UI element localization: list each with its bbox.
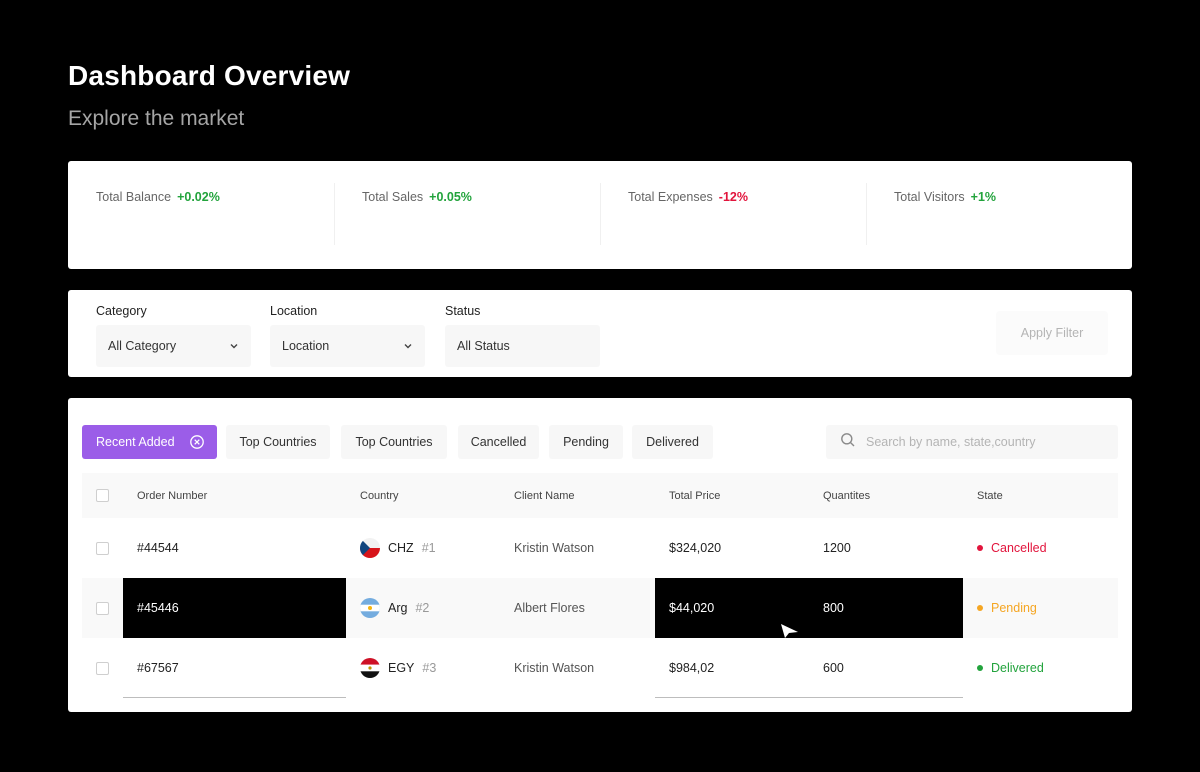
column-header: Total Price bbox=[669, 490, 721, 502]
status-select[interactable]: All Status bbox=[445, 325, 600, 367]
client-name: Albert Flores bbox=[514, 601, 585, 615]
stat-label: Total Balance bbox=[96, 190, 172, 204]
country-rank: #1 bbox=[421, 541, 436, 555]
order-number: #44544 bbox=[137, 541, 179, 555]
tab-top-countries[interactable]: Top Countries bbox=[226, 425, 330, 459]
tab-label: Recent Added bbox=[96, 435, 175, 449]
stat-change: -12% bbox=[718, 190, 748, 204]
location-value: Location bbox=[282, 339, 330, 353]
argentina-flag-icon bbox=[360, 598, 380, 618]
location-select[interactable]: Location bbox=[270, 325, 425, 367]
category-label: Category bbox=[96, 304, 147, 318]
divider bbox=[655, 697, 963, 698]
order-number: #67567 bbox=[137, 661, 179, 675]
country-rank: #3 bbox=[422, 661, 437, 675]
stat-total-visitors: Total Visitors +1% bbox=[866, 161, 1132, 269]
price-quantity-cell: $44,020 800 bbox=[655, 578, 963, 638]
total-price: $44,020 bbox=[669, 601, 715, 615]
apply-filter-button[interactable]: Apply Filter bbox=[996, 311, 1108, 355]
status-label: Status bbox=[445, 304, 481, 318]
table-header: Order Number Country Client Name Total P… bbox=[82, 473, 1118, 518]
country-code: CHZ bbox=[388, 541, 414, 555]
country-cell: Arg #2 bbox=[360, 598, 429, 618]
select-all-checkbox[interactable] bbox=[96, 489, 109, 502]
quantity: 1200 bbox=[823, 541, 851, 555]
divider bbox=[123, 697, 346, 698]
row-checkbox[interactable] bbox=[96, 542, 109, 555]
czech-flag-icon bbox=[360, 538, 380, 558]
state-label: Pending bbox=[991, 601, 1037, 615]
country-cell: CHZ #1 bbox=[360, 538, 436, 558]
table-row[interactable]: #44544 CHZ #1 Kristin Watson $324,020 12… bbox=[82, 518, 1118, 578]
status-dot bbox=[977, 605, 983, 611]
filters-card: Category All Category Location Location … bbox=[68, 290, 1132, 377]
column-header: Country bbox=[360, 490, 399, 502]
state-label: Cancelled bbox=[991, 541, 1047, 555]
stat-change: +0.02% bbox=[177, 190, 220, 204]
order-number: #45446 bbox=[137, 601, 179, 615]
column-header: State bbox=[977, 490, 1003, 502]
country-code: Arg bbox=[388, 601, 408, 615]
row-checkbox[interactable] bbox=[96, 602, 109, 615]
total-price: $324,020 bbox=[669, 541, 722, 555]
order-number-cell: #45446 bbox=[123, 578, 346, 638]
chevron-down-icon bbox=[403, 341, 413, 351]
stat-label: Total Expenses bbox=[628, 190, 713, 204]
chevron-down-icon bbox=[229, 341, 239, 351]
country-rank: #2 bbox=[415, 601, 430, 615]
table-row[interactable]: #67567 EGY #3 Kristin Watson $984,02 600… bbox=[82, 638, 1118, 698]
tab-cancelled[interactable]: Cancelled bbox=[458, 425, 539, 459]
column-header: Order Number bbox=[137, 490, 208, 502]
location-filter: Location Location bbox=[270, 304, 425, 367]
stat-label: Total Visitors bbox=[894, 190, 965, 204]
client-name: Kristin Watson bbox=[514, 661, 595, 675]
status-value: All Status bbox=[457, 339, 510, 353]
tab-recent-added[interactable]: Recent Added bbox=[82, 425, 217, 459]
country-code: EGY bbox=[388, 661, 415, 675]
stat-label: Total Sales bbox=[362, 190, 424, 204]
stat-total-balance: Total Balance +0.02% bbox=[68, 161, 334, 269]
page-subtitle: Explore the market bbox=[68, 107, 245, 130]
client-name: Kristin Watson bbox=[514, 541, 595, 555]
row-checkbox[interactable] bbox=[96, 662, 109, 675]
orders-card: Recent Added Top Countries Top Countries… bbox=[68, 398, 1132, 712]
stats-card: Total Balance +0.02% Total Sales +0.05% To… bbox=[68, 161, 1132, 269]
category-filter: Category All Category bbox=[96, 304, 251, 367]
close-circle-icon[interactable] bbox=[189, 434, 205, 450]
category-select[interactable]: All Category bbox=[96, 325, 251, 367]
status-dot bbox=[977, 665, 983, 671]
page-title: Dashboard Overview bbox=[68, 60, 351, 91]
table-row[interactable]: #45446 Arg #2 Albert Flores $44,020 800 … bbox=[82, 578, 1118, 638]
state-badge: Cancelled bbox=[977, 541, 1047, 555]
total-price: $984,02 bbox=[669, 661, 715, 675]
column-header: Client Name bbox=[514, 490, 575, 502]
search-box bbox=[826, 425, 1118, 459]
state-badge: Pending bbox=[977, 601, 1037, 615]
status-filter: Status All Status bbox=[445, 304, 600, 367]
quantity: 600 bbox=[823, 661, 844, 675]
category-value: All Category bbox=[108, 339, 177, 353]
egypt-flag-icon bbox=[360, 658, 380, 678]
tab-top-countries-2[interactable]: Top Countries bbox=[341, 425, 447, 459]
tab-delivered[interactable]: Delivered bbox=[632, 425, 713, 459]
location-label: Location bbox=[270, 304, 318, 318]
stat-total-expenses: Total Expenses -12% bbox=[600, 161, 866, 269]
country-cell: EGY #3 bbox=[360, 658, 436, 678]
state-label: Delivered bbox=[991, 661, 1044, 675]
column-header: Quantites bbox=[823, 490, 871, 502]
tab-pending[interactable]: Pending bbox=[549, 425, 623, 459]
state-badge: Delivered bbox=[977, 661, 1044, 675]
stat-change: +0.05% bbox=[429, 190, 472, 204]
search-icon bbox=[840, 432, 856, 453]
stat-change: +1% bbox=[970, 190, 997, 204]
status-dot bbox=[977, 545, 983, 551]
quantity: 800 bbox=[823, 601, 844, 615]
search-input[interactable] bbox=[866, 435, 1106, 449]
stat-total-sales: Total Sales +0.05% bbox=[334, 161, 600, 269]
